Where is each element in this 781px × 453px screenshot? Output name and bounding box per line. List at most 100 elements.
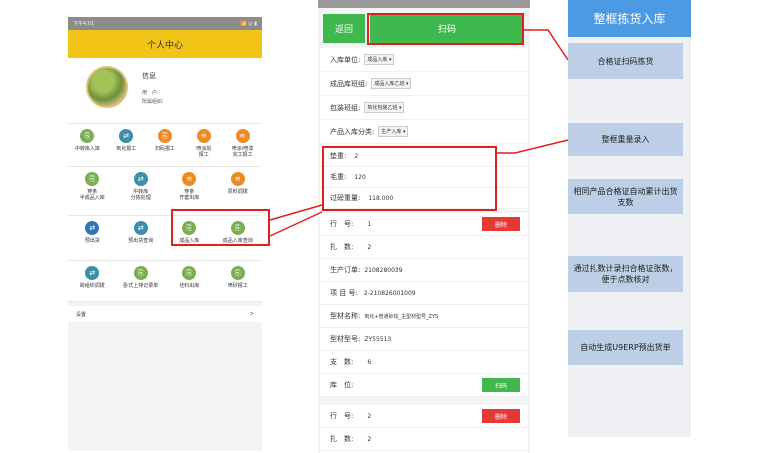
arrow-scan-to-note [524, 29, 569, 61]
note-auto-erp-order: 自动生成U9ERP预出货单 [568, 330, 683, 365]
grid4-tile[interactable]: ⎘ 坯料出库 [165, 261, 214, 301]
function-label: 跨组织调拨 [79, 283, 105, 289]
profile-model-label: 型材型号: [330, 335, 361, 343]
location-label: 库 位: [330, 381, 354, 389]
grid2-tile[interactable]: ⎘ 穿条 半成品入库 [68, 167, 117, 215]
function-grid-row1: ⎘ 中转库入库 ⇄ 氧化报工 ⎘ 扫码报工 ≋ 喷涂前 报工 ≋ 喷涂/喷漆 完工报工 [68, 124, 262, 167]
function-icon: ⎘ [85, 172, 100, 186]
note-bundle-count-check: 通过扎数计录扫合格证张数，便于点数核对 [568, 256, 683, 292]
settings-item[interactable]: 设置 > [68, 306, 262, 322]
form-section: 入库单位: 成品入库 ▾ 成品库班组: 成品入库乙班 ▾ 包装班组: 氧化包装乙班 ▾ 产品… [320, 48, 528, 146]
grid3-tile[interactable]: ⇄ 预出货 [68, 216, 117, 260]
function-icon: ⎘ [182, 266, 197, 280]
detail-section: 行 号: 1 删除 扎 数: 2 生产订单: 2108280039 项 目 号:… [320, 213, 528, 453]
function-label: 穿条 齐套出库 [179, 189, 200, 201]
grid4-tile[interactable]: ⇄ 跨组织调拨 [68, 261, 117, 301]
profile-name-field: 型材名称: 氧化+普通砂纹_主型材型号_ZYS [320, 305, 528, 328]
grid2-tile[interactable]: ≋ 原料调拨 [214, 167, 263, 215]
grid3-tile[interactable]: ⇄ 预出货查询 [117, 216, 166, 260]
location-scan-button[interactable]: 扫码 [482, 378, 520, 392]
page-title: 个人中心 [68, 30, 262, 58]
function-label: 卧式上排记录单 [123, 283, 159, 289]
project-number-field: 项 目 号: 2-210826001009 [320, 282, 528, 305]
function-icon: ≋ [230, 172, 245, 186]
function-icon: ⎘ [80, 129, 95, 143]
user-label: 用 户: [142, 90, 159, 96]
production-order-value: 2108280039 [364, 266, 403, 274]
chevron-right-icon: > [249, 311, 254, 317]
select-value: 成品入库 [367, 57, 388, 63]
profile-card: 信息 用 户: 所属组织: [68, 58, 262, 124]
form-field-select[interactable]: 生产入库 ▾ [378, 126, 409, 137]
grid1-tile[interactable]: ⎘ 扫码报工 [146, 124, 185, 166]
piece-count-label: 支 数: [330, 358, 354, 366]
profile-user-row: 用 户: [142, 89, 162, 96]
grid1-tile[interactable]: ⇄ 氧化报工 [107, 124, 146, 166]
bundle-count-label-2: 扎 数: [330, 435, 354, 443]
grid2-tile[interactable]: ≋ 穿条 齐套出库 [165, 167, 214, 215]
profile-name-label: 型材名称: [330, 312, 361, 320]
back-button[interactable]: 返回 [323, 14, 365, 43]
profile-title: 信息 [142, 72, 156, 80]
form-field-label: 包装班组: [330, 103, 361, 112]
grid1-tile[interactable]: ≋ 喷涂前 报工 [184, 124, 223, 166]
row-number-value-2: 2 [367, 412, 372, 420]
section-gap [320, 397, 528, 405]
status-time: 下午4:01 [73, 21, 95, 27]
location-field: 库 位: 扫码 [320, 374, 528, 397]
function-label: 原料调拨 [227, 189, 248, 195]
status-indicators: 📶 ◎ ▮ [240, 20, 257, 27]
bundle-count-value: 2 [367, 243, 372, 251]
phone-stock-in-form: 返回 扫码 入库单位: 成品入库 ▾ 成品库班组: 成品入库乙班 ▾ 包装班组: 氧化包装… [318, 0, 530, 453]
org-label: 所属组织: [142, 99, 164, 105]
select-value: 生产入库 [381, 129, 402, 135]
select-value: 氧化包装乙班 [367, 105, 398, 111]
highlight-weight-fields [322, 146, 497, 211]
form-field-select[interactable]: 成品入库 ▾ [364, 54, 395, 65]
delete-button[interactable]: 删除 [482, 217, 520, 231]
form-field: 包装班组: 氧化包装乙班 ▾ [320, 96, 528, 120]
profile-name-value: 氧化+普通砂纹_主型材型号_ZYS [364, 313, 439, 320]
form-field: 成品库班组: 成品入库乙班 ▾ [320, 72, 528, 96]
function-icon: ⇄ [133, 172, 148, 186]
grid4-tile[interactable]: ⎘ 卧式上排记录单 [117, 261, 166, 301]
function-label: 中转库入库 [74, 146, 100, 152]
function-label: 穿条 半成品入库 [79, 189, 105, 201]
caret-down-icon: ▾ [397, 105, 402, 111]
row-number-value: 1 [367, 220, 372, 228]
grid4-tile[interactable]: ⎘ 喷砂报工 [214, 261, 263, 301]
project-number-value: 2-210826001009 [363, 289, 416, 297]
grid1-tile[interactable]: ⎘ 中转库入库 [68, 124, 107, 166]
bundle-count-field: 扎 数: 2 [320, 236, 528, 259]
caret-down-icon: ▾ [404, 81, 409, 87]
function-icon: ⇄ [133, 221, 148, 235]
select-value: 成品入库乙班 [374, 81, 405, 87]
avatar[interactable] [86, 66, 128, 108]
function-icon: ≋ [196, 129, 211, 143]
delete-button-2[interactable]: 删除 [482, 409, 520, 423]
row-number-label: 行 号: [330, 220, 354, 228]
function-icon: ⇄ [85, 266, 100, 280]
function-icon: ≋ [182, 172, 197, 186]
function-label: 预出货 [84, 238, 100, 244]
function-label: 中转库 分拣处理 [130, 189, 151, 201]
form-field-select[interactable]: 氧化包装乙班 ▾ [364, 102, 405, 113]
settings-label: 设置 [76, 311, 87, 318]
form-field-label: 产品入库分类: [330, 127, 375, 136]
composite-canvas: 下午4:01 📶 ◎ ▮ 个人中心 信息 用 户: 所属组织: ⎘ 中转库入库 ⇄ 氧… [0, 0, 781, 453]
form-field: 产品入库分类: 生产入库 ▾ [320, 120, 528, 144]
form-field: 入库单位: 成品入库 ▾ [320, 48, 528, 72]
production-order-label: 生产订单: [330, 266, 361, 274]
form-field-label: 入库单位: [330, 55, 361, 64]
piece-count-value: 6 [367, 358, 372, 366]
function-label: 喷涂/喷漆 完工报工 [231, 146, 254, 158]
sidebar-title: 整框拣货入库 [568, 0, 691, 37]
grid1-tile[interactable]: ≋ 喷涂/喷漆 完工报工 [223, 124, 262, 166]
form-field-select[interactable]: 成品入库乙班 ▾ [371, 78, 412, 89]
grid2-tile[interactable]: ⇄ 中转库 分拣处理 [117, 167, 166, 215]
highlight-scan-button [367, 13, 524, 45]
function-icon: ⇄ [85, 221, 100, 235]
bundle-count-value-2: 2 [367, 435, 372, 443]
note-auto-accumulate: 相同产品合格证自动累计出货支数 [568, 179, 683, 214]
arrow-tiles-to-form-2 [269, 211, 323, 237]
